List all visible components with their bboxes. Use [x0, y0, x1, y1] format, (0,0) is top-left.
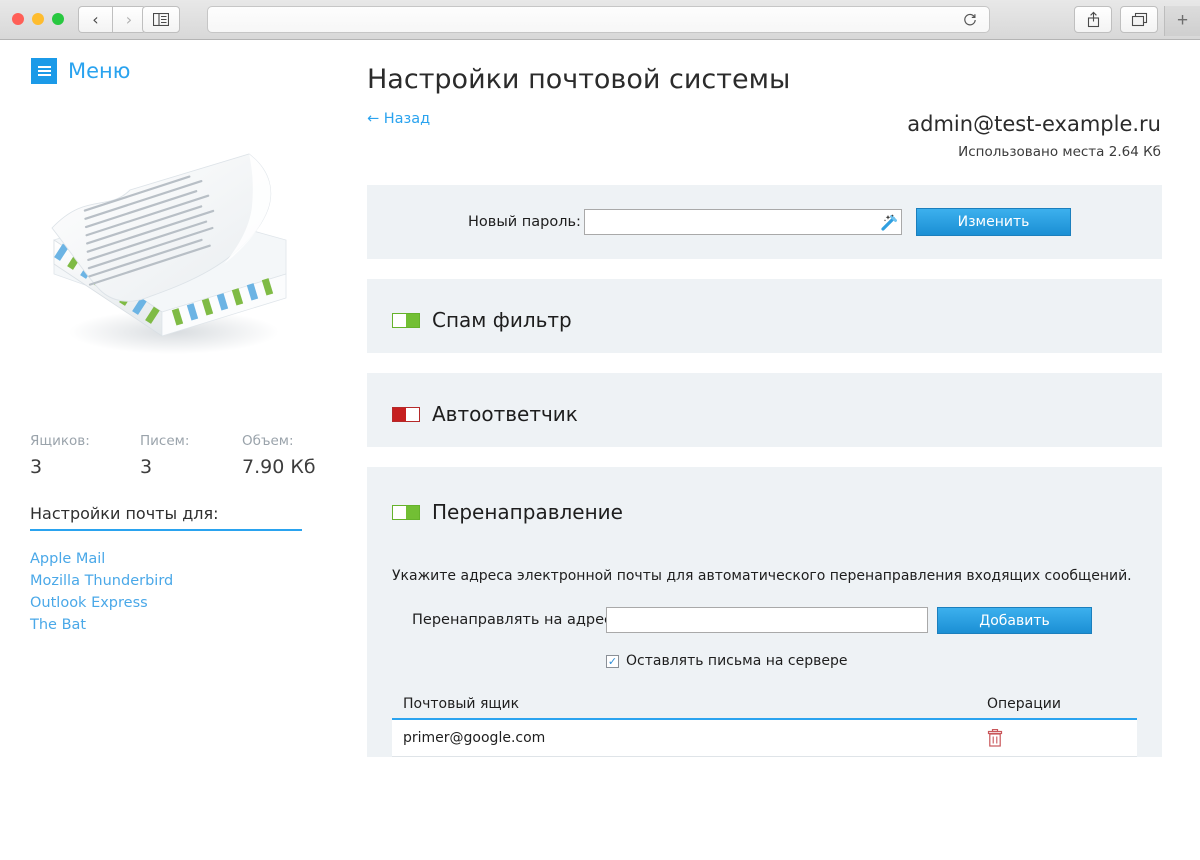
- spam-filter-toggle[interactable]: [392, 312, 420, 328]
- stat-volume-value: 7.90 Кб: [242, 456, 316, 478]
- settings-for-divider: [30, 529, 302, 531]
- minimize-window-button[interactable]: [32, 13, 44, 25]
- forwarding-toggle[interactable]: [392, 504, 420, 520]
- keep-on-server-label: Оставлять письма на сервере: [626, 653, 848, 669]
- sidebar-panel-icon: [153, 13, 169, 26]
- hamburger-icon: [31, 58, 57, 84]
- stat-letters: Писем: 3: [140, 433, 242, 478]
- password-label: Новый пароль:: [468, 214, 581, 230]
- autoreply-title: Автоответчик: [432, 402, 578, 426]
- window-traffic-lights: [12, 13, 64, 25]
- forwarding-table-header: Почтовый ящик Операции: [392, 690, 1137, 720]
- column-header-operations: Операции: [987, 696, 1061, 712]
- page-content: Меню Ящиков: 3 Писем: 3 Объем: 7.90 Кб Н…: [0, 40, 1200, 860]
- cell-mailbox: primer@google.com: [403, 730, 546, 746]
- forwarding-panel: Перенаправление Укажите адреса электронн…: [367, 467, 1162, 757]
- column-header-mailbox: Почтовый ящик: [403, 696, 520, 712]
- add-forwarding-button[interactable]: Добавить: [937, 607, 1092, 634]
- stat-volume-label: Объем:: [242, 433, 294, 449]
- close-window-button[interactable]: [12, 13, 24, 25]
- settings-for-title: Настройки почты для:: [30, 504, 219, 523]
- stat-boxes-value: 3: [30, 456, 43, 478]
- forwarding-description: Укажите адреса электронной почты для авт…: [392, 568, 1132, 584]
- forwarding-table: Почтовый ящик Операции primer@google.com: [392, 690, 1137, 757]
- share-icon: [1087, 11, 1099, 28]
- delete-forwarding-button[interactable]: [987, 729, 1003, 747]
- client-link-outlook-express[interactable]: Outlook Express: [30, 592, 173, 614]
- client-link-the-bat[interactable]: The Bat: [30, 614, 173, 636]
- spam-filter-header: Спам фильтр: [392, 308, 572, 332]
- spam-filter-panel[interactable]: Спам фильтр: [367, 279, 1162, 353]
- reload-icon: [964, 13, 976, 25]
- keep-on-server-row: ✓ Оставлять письма на сервере: [606, 653, 847, 669]
- stat-volume: Объем: 7.90 Кб: [242, 433, 316, 478]
- new-tab-label: +: [1176, 10, 1189, 31]
- back-link[interactable]: ← Назад: [367, 111, 430, 127]
- new-password-input[interactable]: [585, 210, 875, 234]
- magic-wand-icon: [880, 213, 897, 231]
- table-row: primer@google.com: [392, 720, 1137, 757]
- chevron-left-icon: ‹: [92, 9, 99, 29]
- chevron-right-icon: ›: [125, 9, 133, 29]
- toolbar-right-buttons: [1074, 6, 1158, 33]
- new-tab-button[interactable]: +: [1164, 6, 1200, 36]
- share-button[interactable]: [1074, 6, 1112, 33]
- cell-operations: [972, 729, 1137, 747]
- address-bar[interactable]: [207, 6, 990, 33]
- browser-toolbar: ‹ › +: [0, 0, 1200, 40]
- spam-filter-title: Спам фильтр: [432, 308, 572, 332]
- change-password-label: Изменить: [957, 214, 1030, 230]
- menu-button[interactable]: Меню: [31, 58, 130, 84]
- client-link-thunderbird[interactable]: Mozilla Thunderbird: [30, 570, 173, 592]
- forwarding-address-row: Перенаправлять на адрес: Добавить: [367, 607, 1162, 635]
- forwarding-header: Перенаправление: [392, 500, 623, 524]
- account-usage: Использовано места 2.64 Кб: [958, 144, 1161, 160]
- stat-letters-label: Писем:: [140, 433, 190, 449]
- stat-boxes-label: Ящиков:: [30, 433, 90, 449]
- forwarding-address-label: Перенаправлять на адрес:: [412, 612, 617, 628]
- check-icon: ✓: [607, 654, 618, 668]
- left-sidebar: Меню Ящиков: 3 Писем: 3 Объем: 7.90 Кб Н…: [0, 40, 340, 860]
- show-all-tabs-button[interactable]: [1120, 6, 1158, 33]
- password-row: Новый пароль: Изменить: [367, 185, 1162, 259]
- password-field-wrapper: [584, 209, 902, 235]
- autoreply-toggle[interactable]: [392, 406, 420, 422]
- add-forwarding-label: Добавить: [979, 612, 1050, 629]
- password-panel: Новый пароль: Изменить: [367, 185, 1162, 259]
- stat-letters-value: 3: [140, 456, 153, 478]
- reload-button[interactable]: [961, 11, 979, 29]
- stat-boxes: Ящиков: 3: [30, 433, 140, 478]
- account-email: admin@test-example.ru: [907, 112, 1161, 136]
- page-title: Настройки почтовой системы: [367, 64, 791, 95]
- forwarding-title: Перенаправление: [432, 500, 623, 524]
- forwarding-address-input[interactable]: [606, 607, 928, 633]
- forward-button[interactable]: ›: [112, 6, 146, 33]
- main-content: Настройки почтовой системы ← Назад admin…: [340, 40, 1200, 860]
- client-link-apple-mail[interactable]: Apple Mail: [30, 548, 173, 570]
- menu-label: Меню: [68, 59, 131, 83]
- back-button[interactable]: ‹: [78, 6, 112, 33]
- keep-on-server-checkbox[interactable]: ✓: [606, 654, 619, 668]
- autoreply-panel[interactable]: Автоответчик: [367, 373, 1162, 447]
- mail-client-links: Apple Mail Mozilla Thunderbird Outlook E…: [30, 548, 173, 636]
- trash-icon: [987, 729, 1003, 747]
- url-input[interactable]: [218, 11, 961, 28]
- stack-of-letters-illustration: [34, 136, 306, 366]
- autoreply-header: Автоответчик: [392, 402, 578, 426]
- change-password-button[interactable]: Изменить: [916, 208, 1071, 236]
- mailbox-stats: Ящиков: 3 Писем: 3 Объем: 7.90 Кб: [30, 433, 320, 478]
- show-tabs-icon: [1131, 12, 1147, 27]
- generate-password-button[interactable]: [875, 210, 901, 234]
- maximize-window-button[interactable]: [52, 13, 64, 25]
- navigation-buttons: ‹ ›: [78, 6, 146, 33]
- show-sidebar-button[interactable]: [142, 6, 180, 33]
